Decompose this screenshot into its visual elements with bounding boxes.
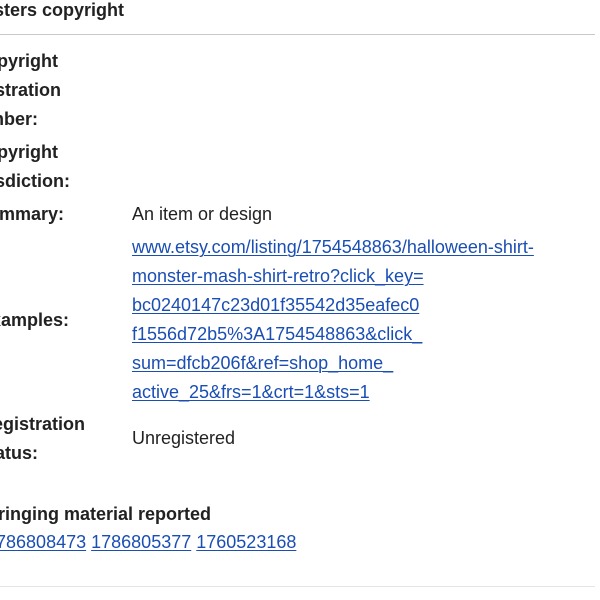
summary-value: An item or design — [132, 204, 273, 224]
link-line: monster-mash-shirt-retro?click_key= — [132, 266, 424, 286]
label-line: egistration — [0, 414, 86, 434]
label-line: gistration — [0, 80, 62, 100]
link-line: bc0240147c23d01f35542d35eafec0 — [132, 295, 420, 315]
registration-status-label: egistration atus: — [0, 410, 85, 468]
summary-label: ummary: — [0, 204, 65, 224]
link-line: active_25&frs=1&crt=1&sts=1 — [132, 382, 370, 402]
label-line: atus: — [0, 443, 39, 463]
example-listing-link[interactable]: www.etsy.com/listing/1754548863/hallowee… — [132, 233, 534, 407]
infringing-link[interactable]: 1786805377 — [91, 532, 191, 552]
infringing-link[interactable]: 1786808473 — [0, 532, 86, 552]
link-line: www.etsy.com/listing/1754548863/hallowee… — [132, 237, 534, 257]
section-divider — [0, 34, 595, 35]
infringing-link[interactable]: 1760523168 — [196, 532, 296, 552]
registration-number-label: opyright gistration umber: — [0, 47, 61, 134]
copyright-section-title: onsters copyright — [0, 0, 125, 20]
jurisdiction-label: opyright risdiction: — [0, 138, 70, 196]
label-line: risdiction: — [0, 171, 71, 191]
label-line: opyright — [0, 142, 58, 162]
infringing-material-links: 1786808473 1786805377 1760523168 — [0, 529, 296, 555]
registration-status-value: Unregistered — [132, 428, 236, 448]
infringing-material-title: fringing material reported — [0, 504, 212, 524]
examples-label: xamples: — [0, 310, 70, 330]
link-line: sum=dfcb206f&ref=shop_home_ — [132, 353, 394, 373]
link-line: f1556d72b5%3A1754548863&click_ — [132, 324, 423, 344]
bottom-divider — [0, 586, 595, 587]
label-line: opyright — [0, 51, 58, 71]
label-line: umber: — [0, 109, 39, 129]
